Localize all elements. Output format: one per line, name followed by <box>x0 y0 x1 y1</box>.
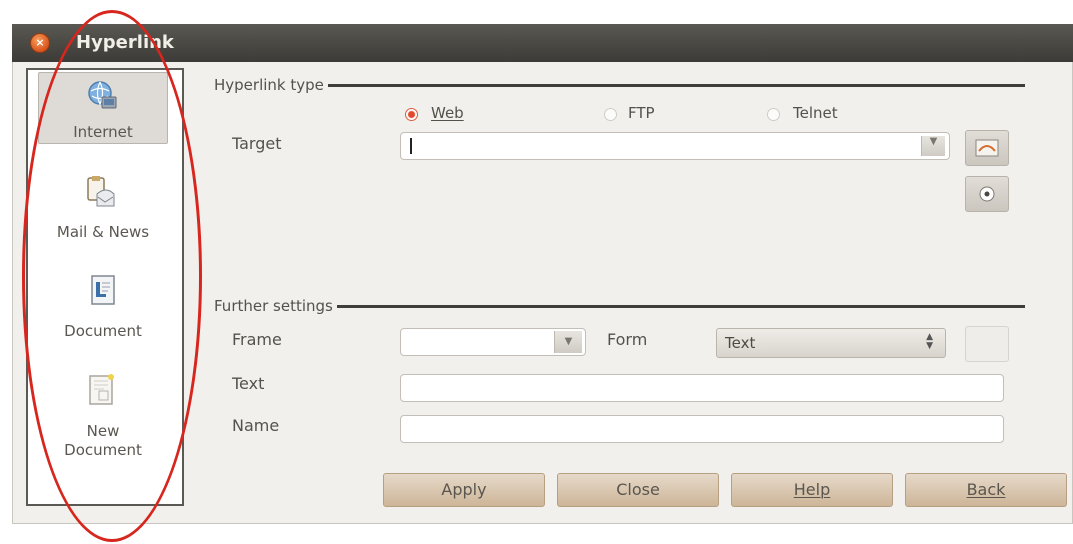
name-label: Name <box>232 416 280 435</box>
chevron-down-icon: ▼ <box>564 336 573 347</box>
sidebar-item-document[interactable]: Document <box>38 272 168 344</box>
new-document-icon <box>89 374 114 405</box>
hyperlink-type-heading: Hyperlink type <box>214 76 328 94</box>
spin-arrows-icon: ▲ ▼ <box>926 332 933 351</box>
target-in-document-button[interactable] <box>965 176 1009 212</box>
radio-ftp[interactable] <box>604 108 617 121</box>
help-button[interactable]: Help <box>731 473 893 507</box>
sidebar-item-internet[interactable]: Internet <box>38 72 168 144</box>
mail-icon <box>87 176 115 207</box>
window-title: Hyperlink <box>76 32 174 53</box>
form-events-button[interactable] <box>965 326 1009 362</box>
frame-label: Frame <box>232 330 282 349</box>
target-label: Target <box>232 134 282 153</box>
frame-combobox[interactable]: ▼ <box>400 328 586 356</box>
radio-web[interactable] <box>405 108 418 121</box>
back-button[interactable]: Back <box>905 473 1067 507</box>
target-icon <box>979 186 995 202</box>
target-combobox[interactable]: ▼ <box>400 132 950 160</box>
sidebar-item-mail-news[interactable]: Mail & News <box>38 172 168 244</box>
name-field[interactable] <box>400 415 1004 443</box>
close-icon: × <box>35 36 45 49</box>
further-settings-heading: Further settings <box>214 297 337 315</box>
open-web-browser-button[interactable] <box>965 130 1009 166</box>
target-dropdown-button[interactable]: ▼ <box>921 136 945 156</box>
section-divider <box>214 84 1025 87</box>
chevron-down-icon: ▼ <box>929 136 938 147</box>
web-browser-icon <box>975 139 999 157</box>
sidebar-item-new-document[interactable]: New Document <box>38 372 168 466</box>
frame-dropdown-button[interactable]: ▼ <box>554 331 582 353</box>
radio-ftp-label[interactable]: FTP <box>628 104 655 122</box>
radio-web-label[interactable]: Web <box>431 104 464 122</box>
sidebar-item-label: Internet <box>73 123 133 141</box>
sidebar-item-label: Document <box>64 322 142 340</box>
apply-button[interactable]: Apply <box>383 473 545 507</box>
text-field[interactable] <box>400 374 1004 402</box>
form-label: Form <box>607 330 648 349</box>
text-cursor <box>410 138 412 154</box>
document-icon <box>91 275 115 305</box>
radio-telnet[interactable] <box>767 108 780 121</box>
window-close-button[interactable]: × <box>30 33 50 53</box>
form-select[interactable]: Text ▲ ▼ <box>716 328 946 358</box>
form-value: Text <box>725 334 756 352</box>
text-label: Text <box>232 374 265 393</box>
globe-icon <box>88 81 117 109</box>
sidebar-item-label: New Document <box>64 422 142 459</box>
close-button[interactable]: Close <box>557 473 719 507</box>
radio-telnet-label[interactable]: Telnet <box>793 104 838 122</box>
sidebar-item-label: Mail & News <box>56 223 150 241</box>
